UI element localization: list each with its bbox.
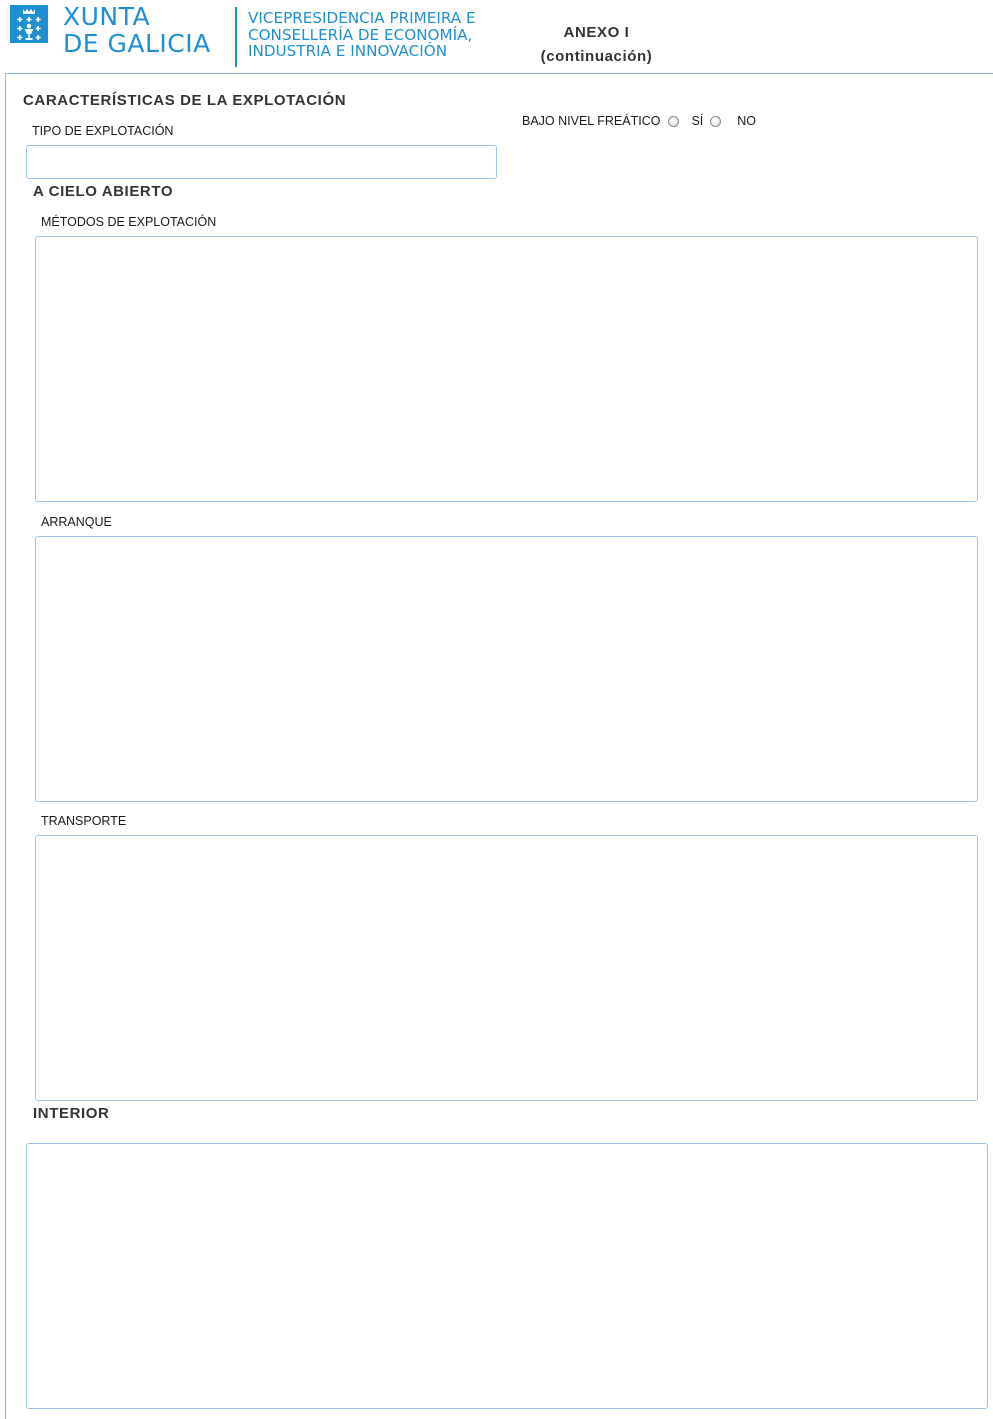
arranque-textarea[interactable] bbox=[35, 536, 978, 802]
department-line-2: CONSELLERÍA DE ECONOMÍA, bbox=[248, 25, 473, 44]
freatico-yes-label: SÍ bbox=[691, 114, 704, 128]
interior-textarea[interactable] bbox=[26, 1143, 988, 1409]
department-name: VICEPRESIDENCIA PRIMEIRA E CONSELLERÍA D… bbox=[248, 10, 476, 60]
annex-title: ANEXO I bbox=[563, 24, 630, 41]
tipo-explotacion-input[interactable] bbox=[26, 145, 497, 179]
logo-line-1: XUNTA bbox=[63, 2, 151, 31]
transporte-label: TRANSPORTE bbox=[41, 814, 127, 828]
logo-divider bbox=[235, 7, 237, 67]
bajo-nivel-freatico-label: BAJO NIVEL FREÁTICO bbox=[522, 114, 661, 128]
logo-wordmark: XUNTA DE GALICIA bbox=[63, 3, 211, 57]
cielo-abierto-title: A CIELO ABIERTO bbox=[33, 183, 174, 200]
transporte-textarea[interactable] bbox=[35, 835, 978, 1101]
galicia-coat-of-arms-icon bbox=[10, 5, 48, 43]
freatico-no-label: NO bbox=[737, 114, 757, 128]
annex-subtitle: (continuación) bbox=[540, 48, 653, 65]
department-line-1: VICEPRESIDENCIA PRIMEIRA E bbox=[248, 9, 476, 27]
logo-line-2: DE GALICIA bbox=[63, 29, 211, 58]
arranque-label: ARRANQUE bbox=[41, 515, 112, 529]
metodos-explotacion-textarea[interactable] bbox=[35, 236, 978, 502]
bajo-nivel-freatico-group: BAJO NIVEL FREÁTICO SÍ NO bbox=[522, 114, 756, 128]
freatico-yes-radio[interactable] bbox=[668, 115, 680, 127]
metodos-explotacion-label: MÉTODOS DE EXPLOTACIÓN bbox=[41, 215, 217, 229]
interior-title: INTERIOR bbox=[33, 1105, 110, 1122]
section-title: CARACTERÍSTICAS DE LA EXPLOTACIÓN bbox=[23, 92, 347, 109]
freatico-no-radio[interactable] bbox=[710, 115, 722, 127]
department-line-3: INDUSTRIA E INNOVACIÓN bbox=[248, 42, 448, 60]
tipo-explotacion-label: TIPO DE EXPLOTACIÓN bbox=[32, 124, 174, 138]
